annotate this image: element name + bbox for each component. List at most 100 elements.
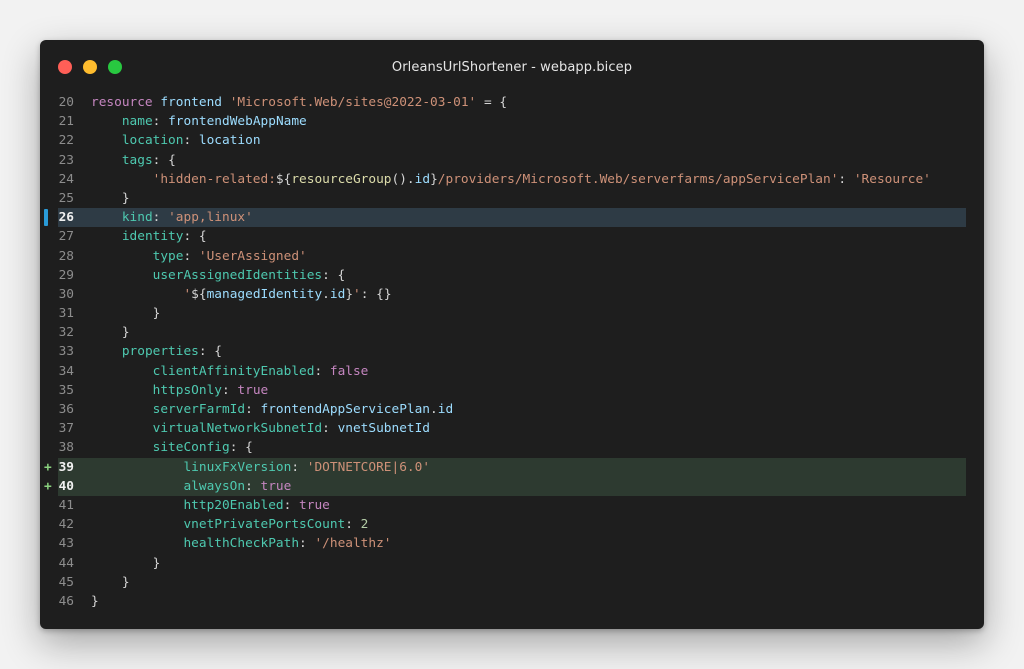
code-line[interactable]: 38 siteConfig: { [40, 438, 984, 457]
code-token: ${ [275, 171, 292, 187]
code-text: clientAffinityEnabled: false [91, 362, 369, 381]
code-token: linuxFxVersion [183, 459, 292, 475]
code-token: } [91, 593, 99, 609]
line-number: 33 [58, 344, 74, 360]
code-text: location: location [91, 131, 261, 150]
code-line[interactable]: 41 http20Enabled: true [40, 496, 984, 515]
line-number: 28 [58, 248, 74, 264]
code-line[interactable]: 28 type: 'UserAssigned' [40, 247, 984, 266]
code-line[interactable]: +39 linuxFxVersion: 'DOTNETCORE|6.0' [40, 457, 984, 477]
code-token: healthCheckPath [183, 536, 300, 552]
code-line[interactable]: 36 serverFarmId: frontendAppServicePlan.… [40, 400, 984, 419]
code-text: healthCheckPath: '/healthz' [91, 534, 392, 553]
code-editor[interactable]: 20 resource frontend 'Microsoft.Web/sites… [40, 93, 984, 611]
code-token: } [91, 325, 130, 341]
code-line[interactable]: 25 } [40, 189, 984, 208]
code-text: 'hidden-related:${resourceGroup().id}/pr… [91, 170, 931, 189]
code-line[interactable]: 30 '${managedIdentity.id}': {} [40, 285, 984, 304]
code-token: : [345, 517, 361, 533]
editor-window: OrleansUrlShortener - webapp.bicep 20 res… [40, 40, 984, 629]
code-token: } [430, 171, 438, 187]
code-token: : [283, 497, 300, 513]
code-token: : { [229, 440, 253, 456]
code-line[interactable]: 29 userAssignedIdentities: { [40, 266, 984, 285]
line-number: 35 [58, 382, 74, 398]
code-line[interactable]: 34 clientAffinityEnabled: false [40, 362, 984, 381]
code-token: http20Enabled [183, 497, 284, 513]
code-text: identity: { [91, 227, 207, 246]
code-line[interactable]: 22 location: location [40, 131, 984, 150]
code-line[interactable]: 45 } [40, 573, 984, 592]
code-token: /providers/Microsoft.Web/serverfarms/app… [437, 171, 839, 187]
line-number: 30 [58, 286, 74, 302]
code-line[interactable]: 27 identity: { [40, 227, 984, 246]
code-text: alwaysOn: true [91, 477, 291, 496]
code-token: : [221, 382, 238, 398]
code-token: } [345, 286, 354, 302]
line-number: 32 [58, 325, 74, 341]
code-token: managedIdentity [206, 286, 323, 302]
code-text: kind: 'app,linux' [91, 208, 253, 227]
line-number: 40 [58, 478, 74, 494]
code-line[interactable]: 44 } [40, 554, 984, 573]
code-line[interactable]: 24 'hidden-related:${resourceGroup().id}… [40, 170, 984, 189]
code-text: linuxFxVersion: 'DOTNETCORE|6.0' [91, 458, 430, 477]
code-token: : [183, 248, 199, 264]
code-text: } [91, 592, 99, 611]
code-line[interactable]: 20 resource frontend 'Microsoft.Web/sites… [40, 93, 984, 112]
code-token: serverFarmId [152, 402, 246, 417]
code-token: name [121, 114, 153, 130]
code-line[interactable]: 31 } [40, 304, 984, 323]
line-number: 25 [58, 190, 74, 206]
code-line[interactable]: 42 vnetPrivatePortsCount: 2 [40, 515, 984, 534]
code-line[interactable]: 43 healthCheckPath: '/healthz' [40, 534, 984, 553]
code-line[interactable]: 33 properties: { [40, 342, 984, 361]
code-token: 'app,linux' [168, 210, 253, 226]
code-token: id [414, 171, 431, 187]
code-line[interactable]: 46} [40, 592, 984, 611]
code-token: resourceGroup [291, 171, 392, 187]
code-line[interactable]: 23 tags: { [40, 151, 984, 170]
diff-added-marker: + [44, 478, 52, 494]
code-token: id [437, 402, 454, 417]
code-token: . [322, 286, 330, 302]
line-number: 42 [58, 517, 74, 533]
code-line[interactable]: 32 } [40, 323, 984, 342]
code-token: true [237, 382, 269, 398]
code-line[interactable]: 37 virtualNetworkSubnetId: vnetSubnetId [40, 419, 984, 438]
current-line-indicator [44, 209, 48, 227]
code-line[interactable]: +40 alwaysOn: true [40, 476, 984, 496]
code-token: kind [121, 210, 153, 226]
code-line[interactable]: 26 kind: 'app,linux' [40, 208, 984, 228]
code-token: frontendAppServicePlan [260, 402, 431, 417]
code-line[interactable]: 21 name: frontendWebAppName [40, 112, 984, 131]
code-token: '/healthz' [314, 536, 392, 552]
code-token: httpsOnly [152, 382, 222, 398]
code-token: : [838, 171, 854, 187]
code-line[interactable]: 35 httpsOnly: true [40, 381, 984, 400]
code-text: http20Enabled: true [91, 496, 329, 515]
code-token: resource [91, 95, 153, 110]
code-token: : { [322, 267, 346, 283]
code-token: 'hidden-related: [152, 171, 276, 187]
code-token: virtualNetworkSubnetId [152, 421, 323, 437]
code-text: tags: { [91, 151, 176, 170]
code-token: = { [476, 95, 508, 110]
line-number: 37 [58, 421, 74, 437]
code-text: httpsOnly: true [91, 381, 269, 400]
line-number: 21 [58, 114, 74, 130]
code-text: '${managedIdentity.id}': {} [91, 285, 391, 304]
code-token: frontendWebAppName [168, 114, 307, 130]
